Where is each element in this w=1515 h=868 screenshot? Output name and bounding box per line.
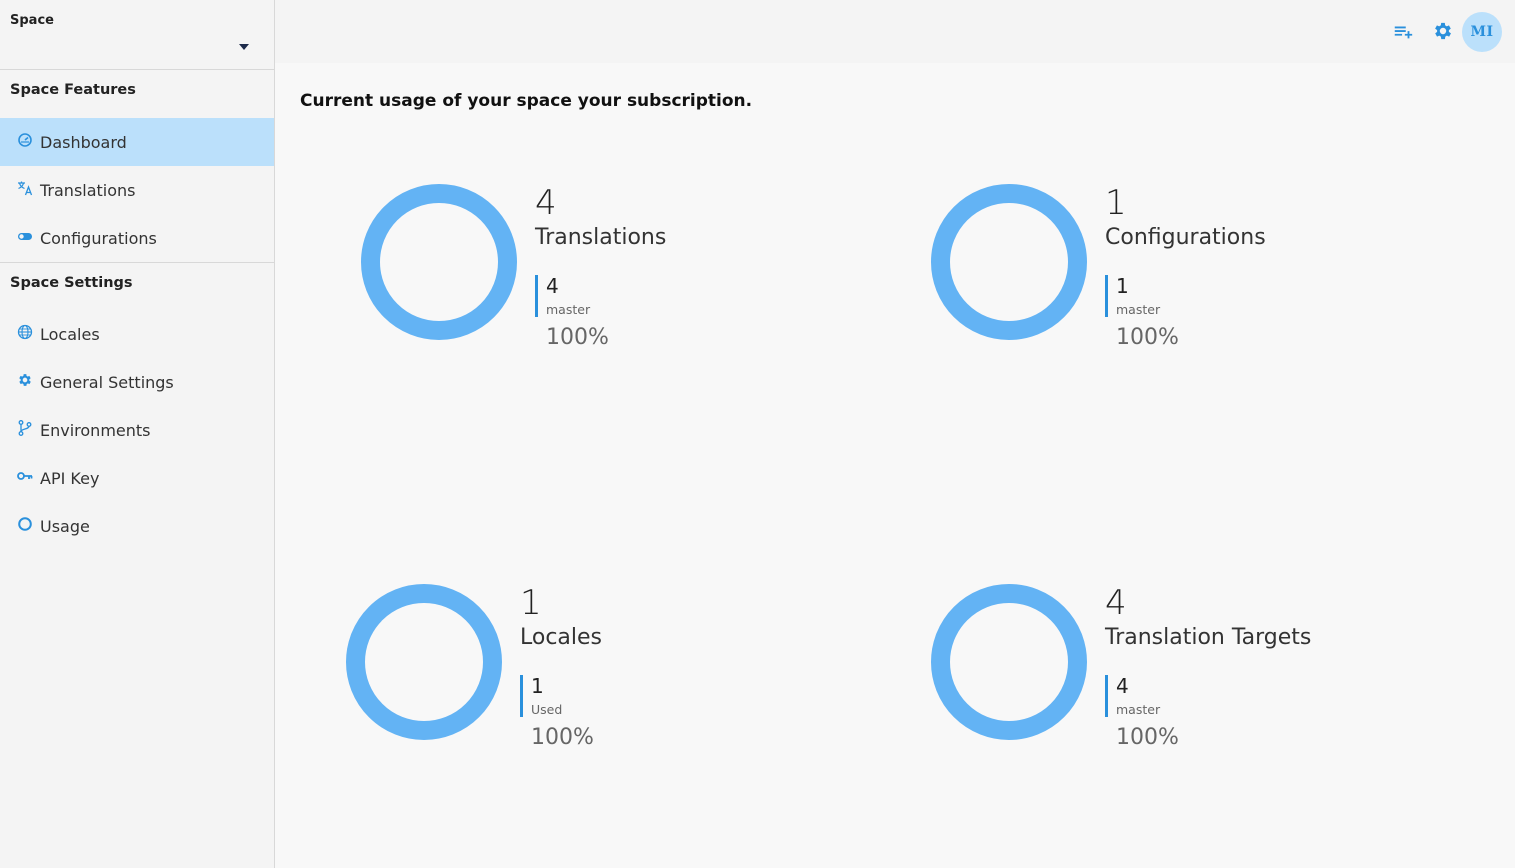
usage-bar bbox=[520, 675, 523, 717]
key-icon bbox=[16, 467, 34, 485]
usage-title: Translation Targets bbox=[1105, 625, 1312, 650]
usage-sub-count: 1 bbox=[1116, 274, 1129, 298]
space-selector-label: Space bbox=[10, 13, 54, 28]
usage-card-configurations: 1 Configurations 1 master 100% bbox=[930, 183, 1430, 383]
space-features-section: Space Features Dashboard Translations Co… bbox=[0, 70, 274, 263]
usage-ring bbox=[361, 184, 517, 340]
globe-icon bbox=[16, 323, 34, 341]
usage-sub-label: master bbox=[546, 302, 591, 317]
usage-circle-icon bbox=[16, 515, 34, 533]
main-content: MI Current usage of your space your subs… bbox=[275, 0, 1515, 868]
usage-ring bbox=[346, 584, 502, 740]
caret-down-icon[interactable] bbox=[239, 44, 249, 50]
sidebar-item-label: General Settings bbox=[40, 372, 174, 392]
branch-icon bbox=[16, 419, 34, 437]
usage-count: 1 bbox=[1105, 183, 1127, 223]
usage-count: 1 bbox=[520, 583, 542, 623]
sidebar-item-label: Usage bbox=[40, 516, 90, 536]
usage-count: 4 bbox=[535, 183, 557, 223]
settings-gear-icon[interactable] bbox=[1431, 19, 1455, 43]
usage-percent: 100% bbox=[546, 325, 609, 350]
page-heading: Current usage of your space your subscri… bbox=[300, 91, 753, 111]
sidebar-item-label: Translations bbox=[40, 180, 136, 200]
top-bar: MI bbox=[275, 0, 1515, 63]
usage-card-translation-targets: 4 Translation Targets 4 master 100% bbox=[930, 583, 1430, 783]
usage-sub-count: 4 bbox=[1116, 674, 1129, 698]
usage-sub-count: 1 bbox=[531, 674, 544, 698]
usage-sub-label: master bbox=[1116, 302, 1161, 317]
sidebar-item-label: API Key bbox=[40, 468, 100, 488]
usage-ring bbox=[931, 584, 1087, 740]
usage-card-locales: 1 Locales 1 Used 100% bbox=[345, 583, 845, 783]
sidebar-item-label: Environments bbox=[40, 420, 151, 440]
app-root: Space Space Features Dashboard Translati… bbox=[0, 0, 1515, 868]
sidebar-item-label: Locales bbox=[40, 324, 100, 344]
dashboard-icon bbox=[16, 131, 34, 149]
usage-percent: 100% bbox=[1116, 725, 1179, 750]
usage-bar bbox=[1105, 675, 1108, 717]
usage-card-translations: 4 Translations 4 master 100% bbox=[360, 183, 860, 383]
sidebar-item-usage[interactable]: Usage bbox=[0, 502, 274, 550]
sidebar-item-api-key[interactable]: API Key bbox=[0, 454, 274, 502]
usage-percent: 100% bbox=[1116, 325, 1179, 350]
usage-count: 4 bbox=[1105, 583, 1127, 623]
space-selector[interactable]: Space bbox=[0, 0, 274, 70]
toggle-icon bbox=[16, 227, 34, 245]
usage-bar bbox=[535, 275, 538, 317]
usage-sub-count: 4 bbox=[546, 274, 559, 298]
usage-title: Locales bbox=[520, 625, 603, 650]
sidebar-item-configurations[interactable]: Configurations bbox=[0, 214, 274, 262]
usage-sub-label: Used bbox=[531, 702, 563, 717]
sidebar: Space Space Features Dashboard Translati… bbox=[0, 0, 275, 868]
section-title-settings: Space Settings bbox=[10, 275, 133, 291]
translate-icon bbox=[16, 179, 34, 197]
usage-ring bbox=[931, 184, 1087, 340]
usage-title: Configurations bbox=[1105, 225, 1266, 250]
usage-title: Translations bbox=[535, 225, 667, 250]
sidebar-item-general-settings[interactable]: General Settings bbox=[0, 358, 274, 406]
sidebar-item-environments[interactable]: Environments bbox=[0, 406, 274, 454]
sidebar-item-label: Dashboard bbox=[40, 132, 127, 152]
usage-bar bbox=[1105, 275, 1108, 317]
sidebar-item-label: Configurations bbox=[40, 228, 157, 248]
sidebar-item-dashboard[interactable]: Dashboard bbox=[0, 118, 274, 166]
sidebar-item-locales[interactable]: Locales bbox=[0, 310, 274, 358]
gear-icon bbox=[16, 371, 34, 389]
playlist-add-icon[interactable] bbox=[1391, 20, 1415, 44]
usage-percent: 100% bbox=[531, 725, 594, 750]
sidebar-item-translations[interactable]: Translations bbox=[0, 166, 274, 214]
space-settings-section: Space Settings Locales General Settings … bbox=[0, 263, 274, 550]
usage-sub-label: master bbox=[1116, 702, 1161, 717]
section-title-features: Space Features bbox=[10, 82, 136, 98]
avatar[interactable]: MI bbox=[1462, 12, 1502, 52]
